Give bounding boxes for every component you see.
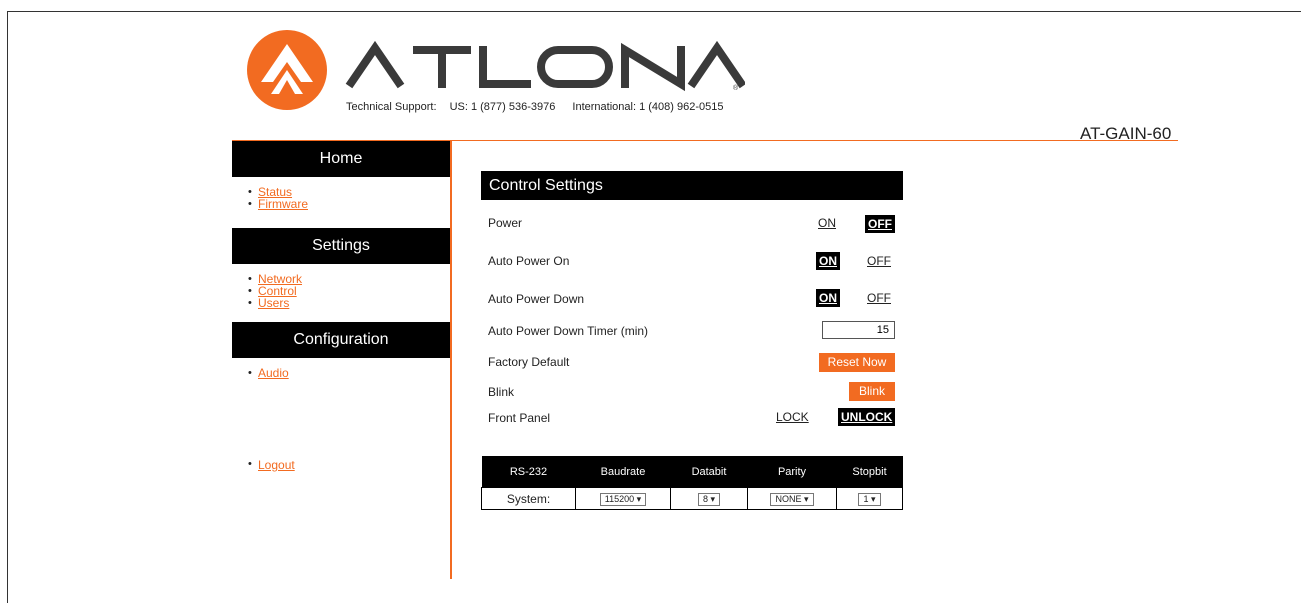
blink-label: Blink — [488, 385, 515, 399]
front-panel-unlock-toggle[interactable]: UNLOCK — [838, 408, 896, 426]
auto-power-down-timer-input[interactable] — [822, 321, 895, 339]
stopbit-col-header: Stopbit — [836, 456, 903, 488]
sidebar-list-configuration: Audio — [232, 358, 450, 389]
sidebar-item-firmware: Firmware — [248, 197, 450, 211]
stopbit-select[interactable]: 1 ▾ — [858, 493, 881, 506]
device-name: AT-GAIN-60 — [1080, 124, 1172, 143]
sidebar-heading-home: Home — [232, 141, 450, 177]
auto-power-down-label: Auto Power Down — [488, 292, 585, 306]
sidebar-item-users: Users — [248, 296, 450, 310]
table-row: System: 115200 ▾ 8 ▾ NONE ▾ 1 ▾ — [481, 487, 903, 510]
baudrate-select[interactable]: 115200 ▾ — [599, 493, 647, 506]
chevron-down-icon: ▾ — [804, 494, 809, 504]
rs232-row-name: System: — [481, 487, 576, 510]
baudrate-col-header: Baudrate — [575, 456, 671, 488]
chevron-down-icon: ▾ — [636, 494, 642, 504]
svg-text:®: ® — [733, 84, 739, 92]
support-label: Technical Support: — [346, 101, 437, 113]
auto-power-down-off-toggle[interactable]: OFF — [865, 290, 893, 306]
factory-default-label: Factory Default — [488, 355, 570, 369]
firmware-link[interactable]: Firmware — [258, 197, 308, 211]
sidebar-item-audio: Audio — [248, 366, 450, 380]
atlona-wordmark: ® — [345, 40, 745, 92]
rs232-header-row: RS-232 Baudrate Databit Parity Stopbit — [481, 456, 903, 488]
databit-col-header: Databit — [670, 456, 748, 488]
sidebar-divider — [450, 141, 452, 579]
auto-power-on-off-toggle[interactable]: OFF — [865, 253, 893, 269]
sidebar-list-settings: Network Control Users — [232, 264, 450, 319]
parity-select[interactable]: NONE ▾ — [770, 493, 814, 506]
users-link[interactable]: Users — [258, 296, 289, 310]
sidebar-list-home: Status Firmware — [232, 177, 450, 220]
parity-value: NONE — [775, 494, 802, 504]
chevron-down-icon: ▾ — [871, 494, 876, 504]
sidebar: Home Status Firmware Settings Network Co… — [232, 141, 450, 389]
parity-col-header: Parity — [747, 456, 837, 488]
logout-link[interactable]: Logout — [258, 458, 295, 472]
blink-button[interactable]: Blink — [849, 382, 895, 401]
support-intl-phone: International: 1 (408) 962-0515 — [572, 101, 724, 113]
baudrate-cell: 115200 ▾ — [575, 487, 671, 510]
rs232-table: RS-232 Baudrate Databit Parity Stopbit S… — [481, 456, 903, 510]
front-panel-lock-toggle[interactable]: LOCK — [774, 409, 811, 425]
power-label: Power — [488, 216, 523, 230]
atlona-logo-icon — [247, 30, 327, 110]
reset-now-button[interactable]: Reset Now — [819, 353, 895, 372]
power-off-toggle[interactable]: OFF — [865, 215, 895, 233]
page-frame — [7, 11, 1301, 603]
auto-power-on-on-toggle[interactable]: ON — [816, 252, 840, 270]
databit-cell: 8 ▾ — [670, 487, 748, 510]
parity-cell: NONE ▾ — [747, 487, 837, 510]
power-on-toggle[interactable]: ON — [816, 215, 838, 231]
auto-power-on-label: Auto Power On — [488, 254, 570, 268]
sidebar-heading-configuration: Configuration — [232, 322, 450, 358]
support-us-phone: US: 1 (877) 536-3976 — [449, 101, 556, 113]
stopbit-value: 1 — [863, 494, 869, 504]
control-settings-title: Control Settings — [481, 171, 903, 200]
auto-power-down-timer-label: Auto Power Down Timer (min) — [488, 324, 649, 338]
sidebar-item-logout: Logout — [248, 458, 295, 472]
chevron-down-icon: ▾ — [710, 494, 716, 504]
front-panel-label: Front Panel — [488, 411, 551, 425]
rs232-col-header: RS-232 — [481, 456, 576, 488]
stopbit-cell: 1 ▾ — [836, 487, 903, 510]
databit-select[interactable]: 8 ▾ — [697, 493, 721, 506]
sidebar-heading-settings: Settings — [232, 228, 450, 264]
baudrate-value: 115200 — [604, 494, 635, 504]
technical-support-info: Technical Support: US: 1 (877) 536-3976 … — [346, 101, 737, 113]
databit-value: 8 — [702, 494, 708, 504]
audio-link[interactable]: Audio — [258, 366, 289, 380]
auto-power-down-on-toggle[interactable]: ON — [816, 289, 840, 307]
